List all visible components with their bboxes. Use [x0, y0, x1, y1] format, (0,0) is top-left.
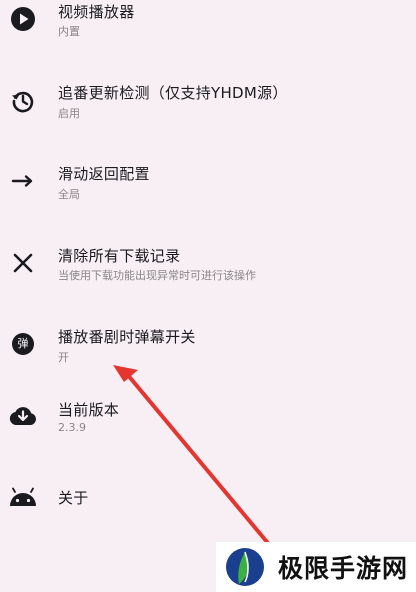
- watermark-logo-icon: [222, 544, 268, 590]
- history-refresh-icon: [6, 84, 40, 118]
- setting-value: 启用: [58, 107, 80, 120]
- setting-clear-downloads[interactable]: 清除所有下载记录 当使用下载功能出现异常时可进行该操作: [0, 240, 416, 310]
- setting-swipe-back[interactable]: 滑动返回配置 全局: [0, 159, 416, 229]
- settings-list: 视频播放器 内置 追番更新检测（仅支持YHDM源） 启用 滑动返回配置 全局 清…: [0, 0, 416, 592]
- play-circle-icon: [6, 2, 40, 36]
- cloud-download-icon: [6, 399, 40, 433]
- setting-title: 滑动返回配置: [58, 165, 150, 183]
- setting-value: 2.3.9: [58, 421, 86, 434]
- setting-current-version[interactable]: 当前版本 2.3.9: [0, 397, 416, 467]
- arrow-right-icon: [6, 164, 40, 198]
- setting-title: 当前版本: [58, 401, 120, 419]
- setting-value: 当使用下载功能出现异常时可进行该操作: [58, 269, 256, 282]
- android-icon: [6, 481, 40, 515]
- setting-update-check[interactable]: 追番更新检测（仅支持YHDM源） 启用: [0, 78, 416, 148]
- setting-title: 清除所有下载记录: [58, 247, 181, 265]
- setting-danmaku-toggle[interactable]: 弹 播放番剧时弹幕开关 开: [0, 322, 416, 392]
- watermark-text: 极限手游网: [278, 554, 409, 583]
- setting-about[interactable]: 关于: [0, 480, 416, 550]
- close-icon: [6, 246, 40, 280]
- setting-video-player[interactable]: 视频播放器 内置: [0, 0, 416, 70]
- setting-value: 全局: [58, 188, 80, 201]
- setting-value: 开: [58, 351, 69, 364]
- danmaku-badge-icon: 弹: [6, 327, 40, 361]
- setting-title: 视频播放器: [58, 3, 135, 21]
- setting-title: 播放番剧时弹幕开关: [58, 328, 196, 346]
- setting-value: 内置: [58, 25, 80, 38]
- setting-title: 关于: [58, 489, 89, 507]
- watermark: 极限手游网: [216, 542, 416, 592]
- setting-title: 追番更新检测（仅支持YHDM源）: [58, 84, 288, 102]
